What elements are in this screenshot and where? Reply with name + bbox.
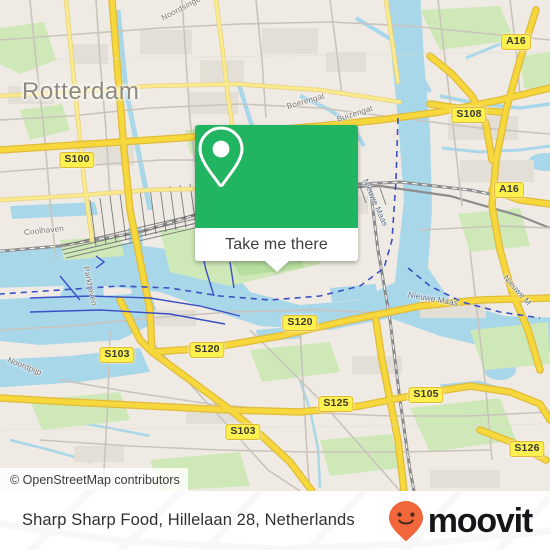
road-shield-s105[interactable]: S105 [408,387,444,403]
take-me-there-button[interactable]: Take me there [195,228,358,261]
moovit-logo[interactable]: moovit [387,491,533,550]
road-shield-s120-east[interactable]: S120 [282,315,318,331]
map-share-card: Rotterdam Noordsingel Boerengat Buizenga… [0,0,550,550]
map-attribution[interactable]: © OpenStreetMap contributors [0,468,188,491]
destination-callout[interactable]: Take me there [195,125,358,272]
map-city-label: Rotterdam [22,78,140,105]
moovit-wordmark: moovit [427,501,533,540]
road-shield-s126[interactable]: S126 [509,441,545,457]
map-pin-icon [198,126,244,188]
road-shield-s103-west[interactable]: S103 [99,347,135,363]
callout-pointer [264,261,289,272]
road-shield-s103-south[interactable]: S103 [225,424,261,440]
callout-icon-panel [195,125,358,228]
road-shield-a16-north[interactable]: A16 [501,34,531,50]
road-shield-s125[interactable]: S125 [318,396,354,412]
road-shield-s120-west[interactable]: S120 [189,342,225,358]
attribution-text: © OpenStreetMap contributors [10,472,180,487]
footer-bar: Sharp Sharp Food, Hillelaan 28, Netherla… [0,491,550,550]
road-shield-s108[interactable]: S108 [451,107,487,123]
map-canvas[interactable]: Rotterdam Noordsingel Boerengat Buizenga… [0,0,550,491]
road-shield-s100[interactable]: S100 [59,152,95,168]
place-title: Sharp Sharp Food, Hillelaan 28, Netherla… [22,511,355,529]
road-shield-a16-east[interactable]: A16 [494,182,524,198]
moovit-pin-icon [388,500,423,541]
